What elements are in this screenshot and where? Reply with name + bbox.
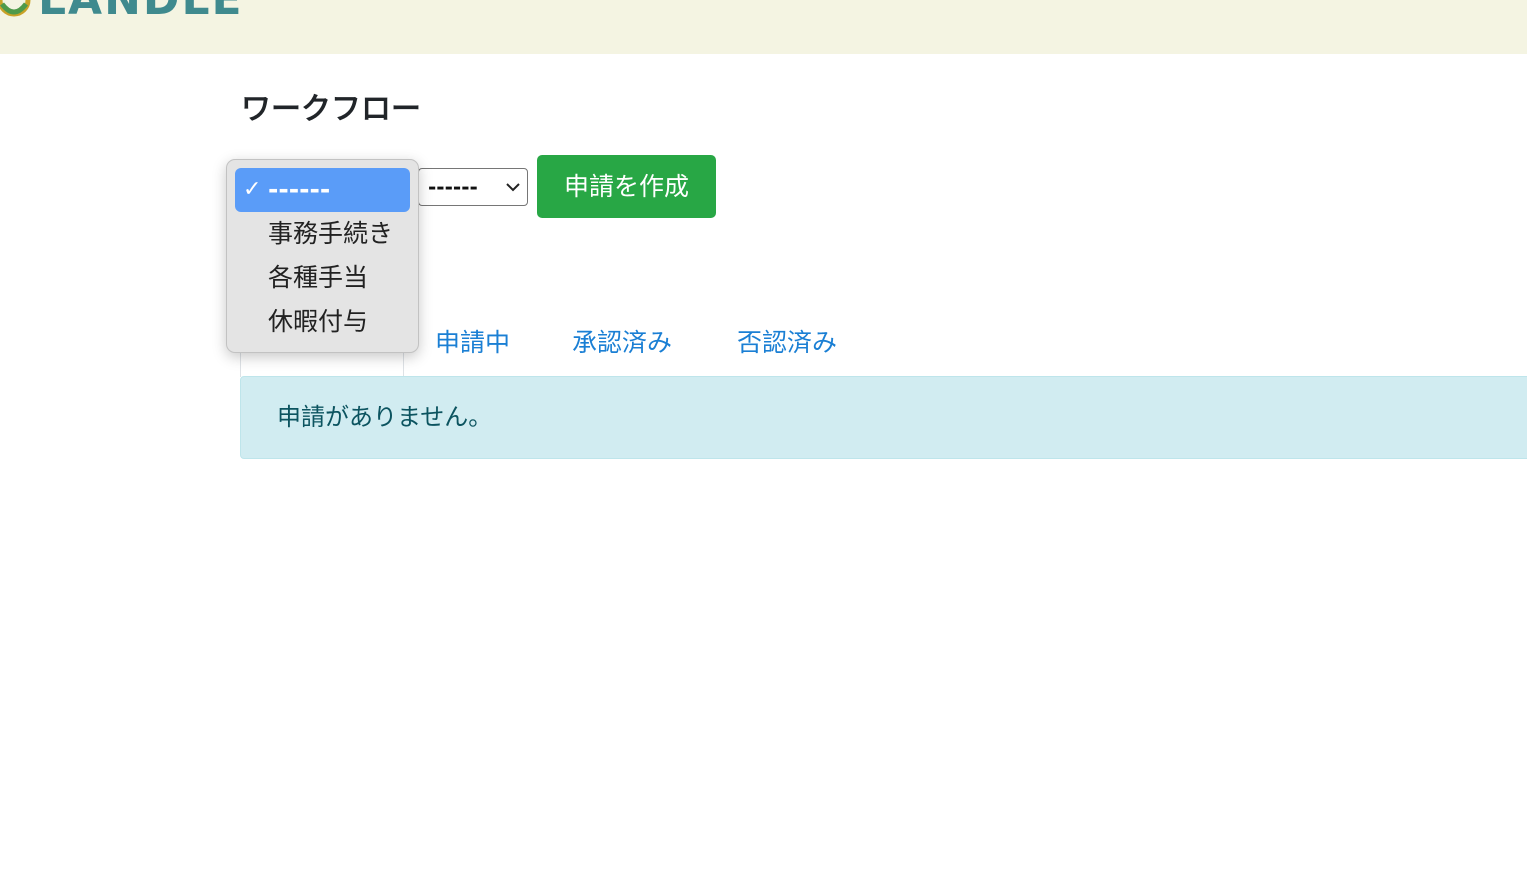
create-request-button[interactable]: 申請を作成 <box>537 155 716 218</box>
tab-approved[interactable]: 承認済み <box>572 326 672 360</box>
dropdown-option-leave-grant[interactable]: 休暇付与 <box>235 300 410 344</box>
logo-leaf-icon <box>0 0 31 17</box>
type-select-value: ------ <box>428 175 478 199</box>
option-label: 休暇付与 <box>268 307 369 336</box>
tab-pending[interactable]: 申請中 <box>435 326 510 360</box>
type-select[interactable]: ------ <box>418 168 528 206</box>
dropdown-option-none[interactable]: ✓ ------ <box>235 168 410 212</box>
top-header: LANDLE <box>0 0 1527 54</box>
chevron-down-icon <box>506 183 520 192</box>
option-label: 事務手続き <box>268 219 394 248</box>
option-label: ------ <box>268 175 331 204</box>
status-tabs: 申請中 承認済み 否認済み <box>240 318 1527 377</box>
checkmark-icon: ✓ <box>243 177 262 202</box>
page-title: ワークフロー <box>241 92 421 127</box>
logo-text: LANDLE <box>38 0 244 22</box>
tab-rejected[interactable]: 否認済み <box>737 326 837 360</box>
dropdown-option-allowances[interactable]: 各種手当 <box>235 256 410 300</box>
category-select-dropdown[interactable]: ✓ ------ 事務手続き 各種手当 休暇付与 <box>226 159 419 353</box>
dropdown-option-office-procedures[interactable]: 事務手続き <box>235 212 410 256</box>
empty-alert: 申請がありません。 <box>240 376 1527 459</box>
option-label: 各種手当 <box>268 263 369 292</box>
logo[interactable]: LANDLE <box>0 0 244 22</box>
